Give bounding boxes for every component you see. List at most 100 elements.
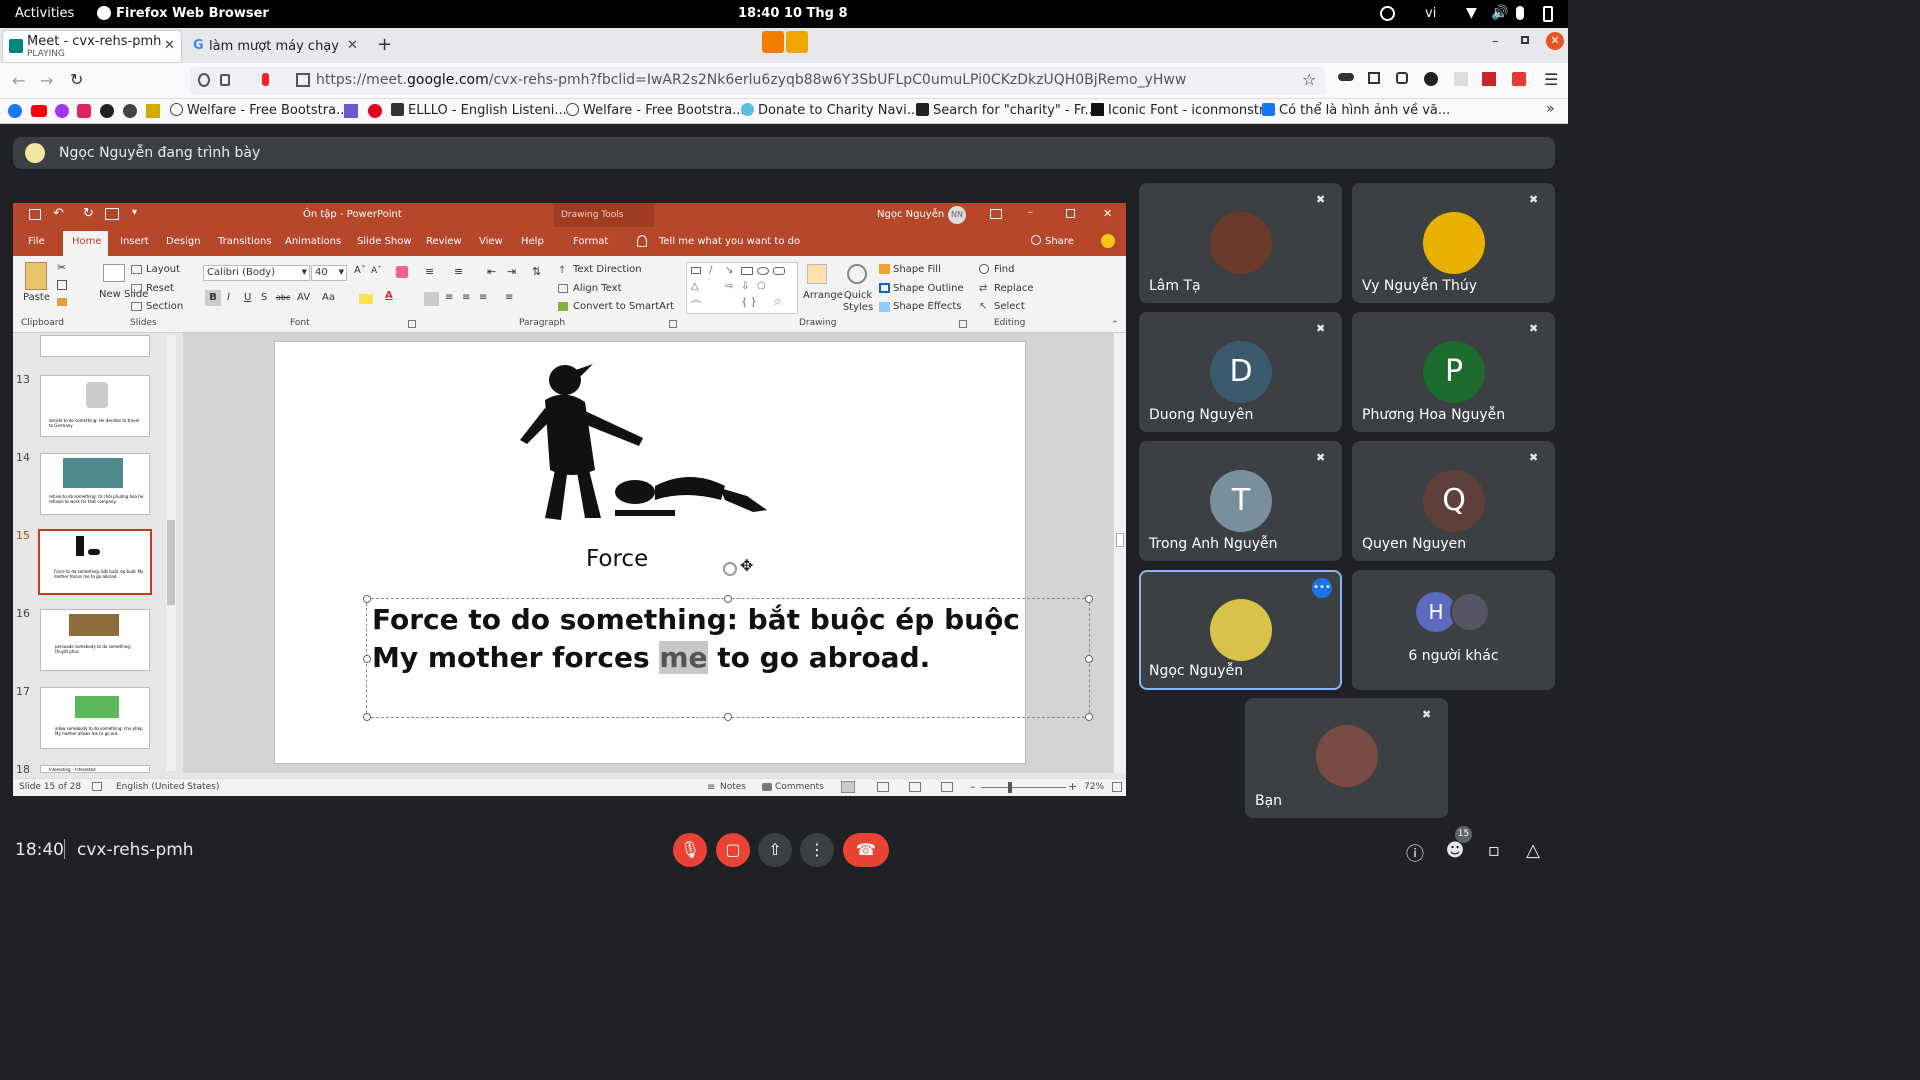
bookmark-welfare-2[interactable]: Welfare - Free Bootstra... [566,103,744,118]
bookmark-icon[interactable] [344,104,358,118]
screen-permission-icon[interactable] [296,73,310,87]
layout-icon[interactable] [131,265,142,274]
zoom-slider[interactable] [981,782,1066,793]
quick-styles-icon[interactable] [847,264,867,284]
reset-icon[interactable] [131,284,142,293]
align-left-icon[interactable] [424,292,439,306]
ppt-minimize-icon[interactable]: – [1028,207,1033,218]
participant-tile-presenting[interactable]: ••• Ngọc Nguyễn [1139,570,1342,690]
arrange-icon[interactable] [807,264,827,284]
slide-scrollbar[interactable] [1114,333,1126,773]
paragraph-dialog-launcher-icon[interactable] [669,320,677,328]
replace-icon[interactable]: ⇄ [979,283,987,294]
mic-off-button[interactable]: 🎙 [673,833,707,867]
resize-handle[interactable] [724,595,732,603]
slide-thumbnail[interactable]: decide to do something: He decides to tr… [40,375,150,437]
shape-oval-icon[interactable] [757,267,769,275]
bookmark-facebook-photo[interactable]: Có thể là hình ảnh về vă... [1262,103,1450,118]
volume-icon[interactable]: 🔊 [1491,5,1508,21]
zoom-out-icon[interactable]: – [970,780,976,793]
section-button[interactable]: Section [146,301,183,312]
shape-fill-icon[interactable] [879,264,890,274]
new-slide-label[interactable]: New Slide [99,289,148,300]
participant-tile[interactable]: P ✖ Phương Hoa Nguyễn [1352,312,1555,432]
numbering-icon[interactable]: ≡ [454,265,463,278]
battery-icon[interactable] [1543,6,1553,22]
bookmark-search-charity[interactable]: Search for "charity" - Fr... [916,103,1097,118]
url-bar[interactable]: https://meet.google.com/cvx-rehs-pmh?fbc… [190,67,1325,95]
github-bookmark-icon[interactable] [100,104,114,118]
extension-pdf-icon[interactable] [1482,72,1496,86]
change-case-button[interactable]: Aa [322,292,335,303]
grow-font-icon[interactable]: Aˆ [354,265,366,276]
close-tab-icon[interactable]: ✕ [347,38,358,53]
line-spacing-icon[interactable]: ⇅ [532,265,541,278]
tell-me-box[interactable]: Tell me what you want to do [659,236,800,247]
customize-qat-icon[interactable]: ▾ [132,207,137,218]
share-user-icon[interactable] [1031,235,1041,245]
shape-textbox-icon[interactable] [691,267,701,274]
slide-text-line2[interactable]: My mother forces me to go abroad. [372,641,930,674]
char-spacing-button[interactable]: AV [297,292,310,303]
leave-call-button[interactable]: ☎ [843,833,889,867]
ribbon-display-icon[interactable] [990,209,1002,219]
facebook-bookmark-icon[interactable] [8,104,22,118]
slide-text-line1[interactable]: Force to do something: bắt buộc ép buộc [372,603,1020,636]
participant-tile[interactable]: ✖ Lâm Tạ [1139,183,1342,303]
new-tab-icon[interactable]: + [377,34,392,55]
clock[interactable]: 18:40 10 Thg 8 [738,6,848,21]
copy-icon[interactable] [57,280,67,290]
present-icon[interactable] [105,208,119,220]
pinterest-bookmark-icon[interactable] [368,104,382,118]
zoom-slider-thumb[interactable] [1008,782,1012,793]
scrollbar-thumb[interactable] [167,520,175,605]
pocket-icon[interactable] [1396,72,1408,84]
resize-handle[interactable] [1085,655,1093,663]
shape-outline-button[interactable]: Shape Outline [893,283,964,294]
shape-line-icon[interactable]: ∕ [709,265,712,276]
close-window-icon[interactable]: ✕ [1546,32,1564,50]
maximize-icon[interactable] [1521,36,1529,44]
align-text-icon[interactable] [558,284,568,293]
resize-handle[interactable] [363,713,371,721]
new-slide-icon[interactable] [103,264,125,282]
resize-handle[interactable] [1085,713,1093,721]
clear-format-icon[interactable] [396,266,408,278]
slide-thumbnail[interactable]: persuade somebody to do something: thuyế… [40,609,150,671]
drawing-dialog-launcher-icon[interactable] [959,320,967,328]
ppt-tab-transitions[interactable]: Transitions [218,236,272,247]
resize-handle[interactable] [1085,595,1093,603]
camera-off-button[interactable]: ▢ [716,833,750,867]
reading-view-icon[interactable] [909,782,921,792]
align-right-icon[interactable]: ≡ [462,292,470,303]
underline-button[interactable]: U [244,292,251,303]
ppt-tab-review[interactable]: Review [426,236,462,247]
lock-icon[interactable] [220,74,230,86]
mic-sharing-icon[interactable] [786,31,808,53]
font-size-select[interactable]: 40 ▼ [311,265,347,281]
slide-sorter-icon[interactable] [877,782,889,792]
resize-handle[interactable] [724,713,732,721]
comments-button[interactable]: Comments [775,782,824,792]
reset-button[interactable]: Reset [146,283,174,294]
ppt-tab-insert[interactable]: Insert [120,236,149,247]
shapes-gallery[interactable]: ∕ ↘ △ ⇨ ⇩ ⬠ ⌒ { } ☆ [686,262,798,314]
resize-handle[interactable] [363,655,371,663]
spell-check-icon[interactable] [92,782,102,791]
forward-icon[interactable]: → [40,71,53,90]
participant-tile[interactable]: Q ✖ Quyen Nguyen [1352,441,1555,561]
strikethrough-button[interactable]: abc [276,293,290,302]
rotate-handle-icon[interactable] [723,562,737,576]
slide-thumbnail[interactable] [40,335,150,357]
ppt-tab-slide-show[interactable]: Slide Show [357,236,412,247]
slide-caption[interactable]: Force [586,546,648,572]
close-tab-icon[interactable]: ✕ [164,38,175,53]
shape-star-icon[interactable]: ☆ [773,297,782,308]
wifi-icon[interactable]: ▼ [1466,5,1477,21]
ppt-tab-format[interactable]: Format [573,236,608,247]
quick-styles-button[interactable]: Quick Styles [841,290,875,314]
shape-effects-button[interactable]: Shape Effects [893,301,961,312]
bullets-icon[interactable]: ≡ [425,265,434,278]
extension-puzzle-icon[interactable] [1368,72,1380,84]
align-center-icon[interactable]: ≡ [445,292,453,303]
